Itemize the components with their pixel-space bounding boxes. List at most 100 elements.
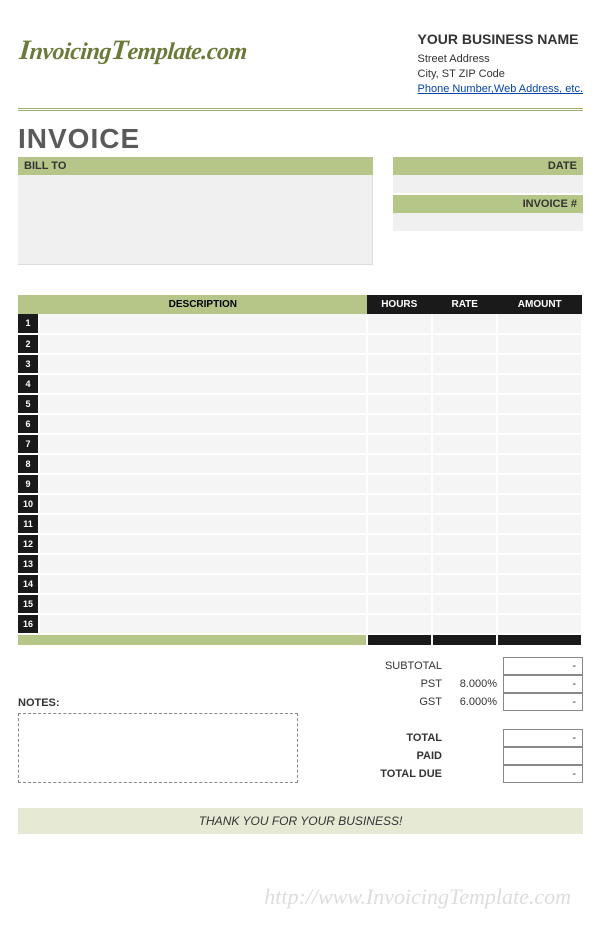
cell-rate — [432, 494, 497, 514]
cell-amount — [497, 554, 582, 574]
business-name: YOUR BUSINESS NAME — [418, 30, 584, 50]
cell-description — [39, 394, 366, 414]
table-row: 11 — [18, 514, 582, 534]
col-blank — [18, 295, 39, 314]
row-number: 15 — [18, 594, 39, 614]
logo: InvoicingTemplate.com — [15, 35, 248, 98]
invoice-title: INVOICE — [18, 123, 583, 155]
cell-description — [39, 414, 366, 434]
top-section: BILL TO DATE INVOICE # — [18, 157, 583, 265]
cell-amount — [497, 614, 582, 634]
cell-description — [39, 554, 366, 574]
row-number: 14 — [18, 574, 39, 594]
date-invno-block: DATE INVOICE # — [393, 157, 583, 265]
cell-rate — [432, 514, 497, 534]
cell-rate — [432, 334, 497, 354]
cell-description — [39, 374, 366, 394]
cell-hours — [367, 474, 432, 494]
summary: NOTES: SUBTOTAL - PST 8.000% - GST 6.000… — [18, 657, 583, 783]
cell-amount — [497, 574, 582, 594]
table-row: 5 — [18, 394, 582, 414]
cell-description — [39, 614, 366, 634]
notes-area: NOTES: — [18, 657, 298, 783]
pst-pct: 8.000% — [448, 678, 503, 690]
row-number: 7 — [18, 434, 39, 454]
billto-block: BILL TO — [18, 157, 373, 265]
cell-rate — [432, 374, 497, 394]
table-row: 7 — [18, 434, 582, 454]
row-number: 6 — [18, 414, 39, 434]
cell-amount — [497, 514, 582, 534]
cell-rate — [432, 434, 497, 454]
cell-rate — [432, 454, 497, 474]
due-row: TOTAL DUE - — [323, 765, 583, 783]
cell-hours — [367, 354, 432, 374]
watermark: http://www.InvoicingTemplate.com — [264, 884, 571, 910]
row-number: 16 — [18, 614, 39, 634]
subtotal-row: SUBTOTAL - — [323, 657, 583, 675]
cell-hours — [367, 314, 432, 334]
cell-amount — [497, 314, 582, 334]
notes-label: NOTES: — [18, 697, 298, 709]
total-label: TOTAL — [323, 732, 448, 744]
paid-value — [503, 747, 583, 765]
thank-you: THANK YOU FOR YOUR BUSINESS! — [18, 808, 583, 834]
subtotal-label: SUBTOTAL — [323, 660, 448, 672]
gst-row: GST 6.000% - — [323, 693, 583, 711]
cell-rate — [432, 594, 497, 614]
billto-label: BILL TO — [18, 157, 373, 175]
table-row: 12 — [18, 534, 582, 554]
cell-amount — [497, 394, 582, 414]
table-row: 14 — [18, 574, 582, 594]
pst-label: PST — [323, 678, 448, 690]
cell-description — [39, 474, 366, 494]
row-number: 3 — [18, 354, 39, 374]
date-value — [393, 175, 583, 193]
paid-row: PAID — [323, 747, 583, 765]
cell-hours — [367, 434, 432, 454]
table-row: 1 — [18, 314, 582, 334]
line-items-table: DESCRIPTION HOURS RATE AMOUNT 1234567891… — [18, 295, 583, 647]
col-description: DESCRIPTION — [39, 295, 366, 314]
invno-value — [393, 213, 583, 231]
cell-rate — [432, 474, 497, 494]
cell-description — [39, 434, 366, 454]
cell-amount — [497, 454, 582, 474]
cell-description — [39, 534, 366, 554]
table-row: 8 — [18, 454, 582, 474]
business-city: City, ST ZIP Code — [418, 67, 584, 82]
total-value: - — [503, 729, 583, 747]
cell-rate — [432, 614, 497, 634]
row-number: 13 — [18, 554, 39, 574]
row-number: 2 — [18, 334, 39, 354]
cell-rate — [432, 534, 497, 554]
table-row: 4 — [18, 374, 582, 394]
business-info: YOUR BUSINESS NAME Street Address City, … — [418, 30, 584, 98]
table-row: 16 — [18, 614, 582, 634]
cell-hours — [367, 494, 432, 514]
cell-hours — [367, 334, 432, 354]
business-link[interactable]: Phone Number,Web Address, etc. — [418, 83, 584, 95]
row-number: 5 — [18, 394, 39, 414]
cell-amount — [497, 414, 582, 434]
gst-label: GST — [323, 696, 448, 708]
cell-amount — [497, 594, 582, 614]
cell-rate — [432, 554, 497, 574]
cell-hours — [367, 594, 432, 614]
cell-amount — [497, 354, 582, 374]
paid-label: PAID — [323, 750, 448, 762]
cell-hours — [367, 454, 432, 474]
gst-pct: 6.000% — [448, 696, 503, 708]
pst-row: PST 8.000% - — [323, 675, 583, 693]
subtotal-value: - — [503, 657, 583, 675]
table-row: 13 — [18, 554, 582, 574]
cell-hours — [367, 574, 432, 594]
cell-rate — [432, 394, 497, 414]
cell-amount — [497, 334, 582, 354]
cell-hours — [367, 554, 432, 574]
header: InvoicingTemplate.com YOUR BUSINESS NAME… — [18, 20, 583, 98]
row-number: 11 — [18, 514, 39, 534]
cell-description — [39, 514, 366, 534]
cell-amount — [497, 374, 582, 394]
row-number: 4 — [18, 374, 39, 394]
